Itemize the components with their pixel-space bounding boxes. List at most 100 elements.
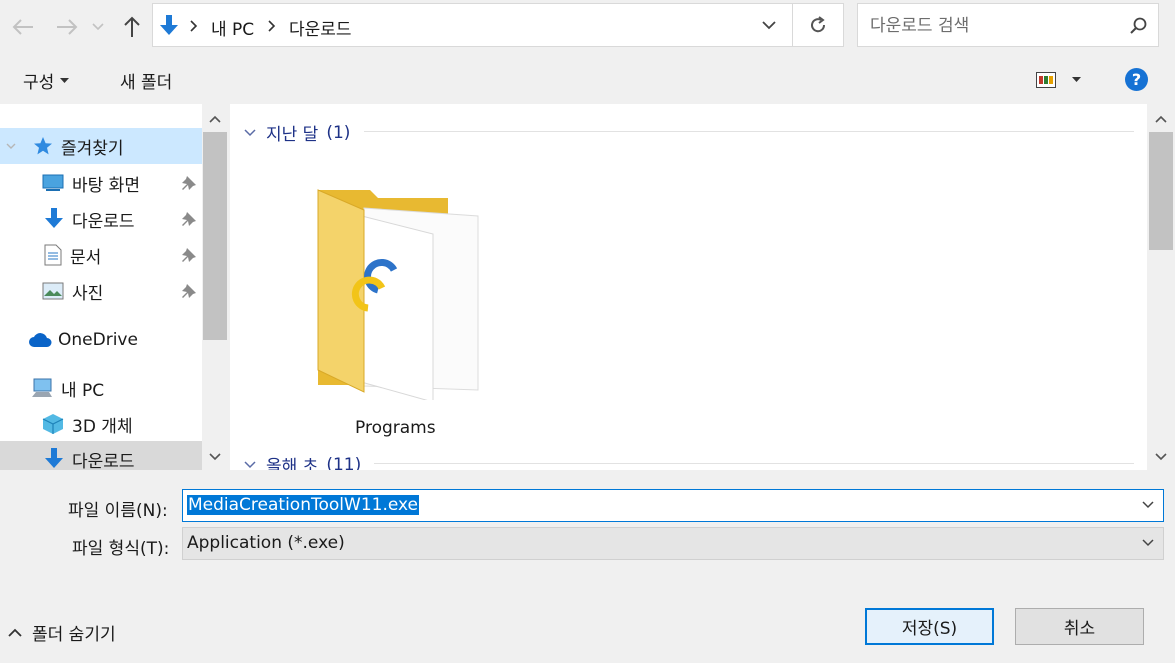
address-bar[interactable]: 내 PC 다운로드: [152, 3, 793, 47]
chevron-right-icon: [268, 20, 276, 32]
scroll-down-icon[interactable]: [1155, 453, 1167, 461]
forward-button[interactable]: [52, 8, 82, 46]
documents-icon: [44, 244, 62, 266]
view-options-button[interactable]: [1036, 70, 1084, 90]
group-divider: [364, 131, 1134, 132]
help-button[interactable]: ?: [1125, 68, 1148, 91]
search-input[interactable]: [868, 13, 1122, 39]
cancel-button[interactable]: 취소: [1015, 608, 1144, 645]
organize-menu[interactable]: 구성: [23, 68, 70, 93]
nav-onedrive-label: OneDrive: [58, 330, 138, 350]
nav-item-label: 다운로드: [72, 451, 135, 471]
scroll-up-icon[interactable]: [1155, 115, 1167, 123]
download-icon: [45, 208, 63, 228]
filename-value-wrapper: MediaCreationToolW11.exe: [187, 495, 420, 515]
group-divider: [374, 463, 1134, 464]
nav-item-desktop[interactable]: 바탕 화면: [42, 165, 140, 201]
scroll-down-icon[interactable]: [209, 453, 221, 461]
filetype-label: 파일 형식(T):: [72, 539, 170, 559]
filename-field[interactable]: MediaCreationToolW11.exe: [182, 489, 1164, 522]
save-button[interactable]: 저장(S): [865, 608, 994, 645]
collapse-chevron-icon: [244, 460, 256, 468]
computer-icon: [32, 378, 52, 397]
chevron-right-icon: [190, 20, 198, 32]
download-icon: [160, 15, 178, 35]
3d-objects-icon: [42, 414, 64, 434]
back-button[interactable]: [8, 8, 38, 46]
nav-scrollbar-thumb[interactable]: [203, 132, 227, 340]
nav-3d-objects[interactable]: 3D 개체: [42, 406, 133, 442]
chevron-down-icon[interactable]: [1141, 498, 1155, 512]
nav-this-pc[interactable]: 내 PC: [31, 370, 104, 406]
arrow-left-icon: [12, 19, 33, 35]
nav-scrollbar[interactable]: [202, 104, 228, 470]
filename-value: MediaCreationToolW11.exe: [187, 495, 420, 515]
arrow-up-icon: [124, 16, 140, 37]
group-name: 지난 달: [266, 125, 319, 145]
nav-item-label: 3D 개체: [72, 416, 133, 437]
recent-locations-button[interactable]: [88, 8, 108, 46]
search-box[interactable]: [857, 3, 1159, 47]
pictures-icon: [42, 282, 64, 300]
caret-down-icon: [60, 77, 70, 83]
chevron-down-icon: [92, 23, 104, 31]
expand-chevron-icon: [6, 143, 16, 149]
pin-icon: [182, 248, 196, 262]
file-list-scrollbar[interactable]: [1147, 104, 1175, 470]
group-count: (11): [326, 454, 362, 471]
help-icon: ?: [1131, 70, 1142, 89]
nav-item-downloads[interactable]: 다운로드: [44, 201, 135, 237]
chevron-down-icon[interactable]: [1141, 536, 1155, 550]
group-count: (1): [326, 122, 351, 143]
filetype-value: Application (*.exe): [187, 533, 345, 553]
nav-this-pc-label: 내 PC: [61, 380, 105, 401]
nav-item-label: 사진: [72, 283, 104, 304]
refresh-icon: [811, 16, 826, 33]
folder-icon: [317, 189, 479, 400]
address-history-dropdown-icon[interactable]: [762, 21, 776, 30]
pin-icon: [182, 284, 196, 298]
hide-folders-label: 폴더 숨기기: [32, 625, 116, 645]
search-icon[interactable]: [1130, 17, 1148, 35]
cancel-button-label: 취소: [1063, 619, 1096, 639]
nav-item-pictures[interactable]: 사진: [42, 273, 103, 309]
pin-icon: [182, 176, 196, 190]
organize-label: 구성: [23, 73, 55, 93]
nav-pc-downloads[interactable]: 다운로드: [0, 441, 202, 470]
file-item-name: Programs: [355, 418, 436, 438]
scroll-up-icon[interactable]: [209, 115, 221, 123]
download-icon: [45, 448, 63, 468]
cloud-icon: [29, 333, 52, 347]
nav-item-label: 문서: [70, 247, 102, 268]
save-button-label: 저장(S): [901, 619, 958, 639]
nav-item-label: 바탕 화면: [72, 175, 140, 196]
caret-down-icon: [1072, 77, 1081, 82]
desktop-icon: [42, 174, 64, 191]
nav-quick-access[interactable]: 즐겨찾기: [0, 128, 202, 164]
group-name: 올해 초: [266, 457, 319, 470]
up-button[interactable]: [117, 8, 147, 46]
nav-onedrive[interactable]: OneDrive: [28, 322, 138, 358]
star-icon: [34, 137, 52, 155]
hide-folders-toggle[interactable]: 폴더 숨기기: [8, 620, 116, 645]
navigation-pane[interactable]: 즐겨찾기 바탕 화면 다운로드 문서 사진 OneDrive 내 PC 3D 개…: [0, 104, 228, 470]
file-item[interactable]: Programs: [300, 176, 485, 438]
breadcrumb-this-pc[interactable]: 내 PC: [211, 15, 254, 40]
nav-quick-access-label: 즐겨찾기: [61, 138, 124, 159]
collapse-chevron-icon: [244, 128, 256, 136]
file-list-scrollbar-thumb[interactable]: [1149, 132, 1173, 250]
filetype-select[interactable]: Application (*.exe): [182, 527, 1164, 560]
group-header[interactable]: 올해 초 (11): [244, 452, 361, 470]
nav-item-documents[interactable]: 문서: [44, 237, 101, 273]
filename-label: 파일 이름(N):: [68, 501, 168, 521]
new-folder-button[interactable]: 새 폴더: [120, 68, 172, 93]
chevron-up-icon: [8, 628, 22, 637]
pin-icon: [182, 212, 196, 226]
view-thumbnails-icon: [1036, 72, 1056, 88]
breadcrumb-downloads[interactable]: 다운로드: [289, 15, 352, 40]
refresh-button[interactable]: [793, 3, 844, 47]
file-list-pane[interactable]: 지난 달 (1) Programs 올해 초 (11): [230, 104, 1175, 470]
group-header[interactable]: 지난 달 (1): [244, 120, 350, 145]
new-folder-label: 새 폴더: [120, 73, 173, 93]
arrow-right-icon: [57, 19, 78, 35]
